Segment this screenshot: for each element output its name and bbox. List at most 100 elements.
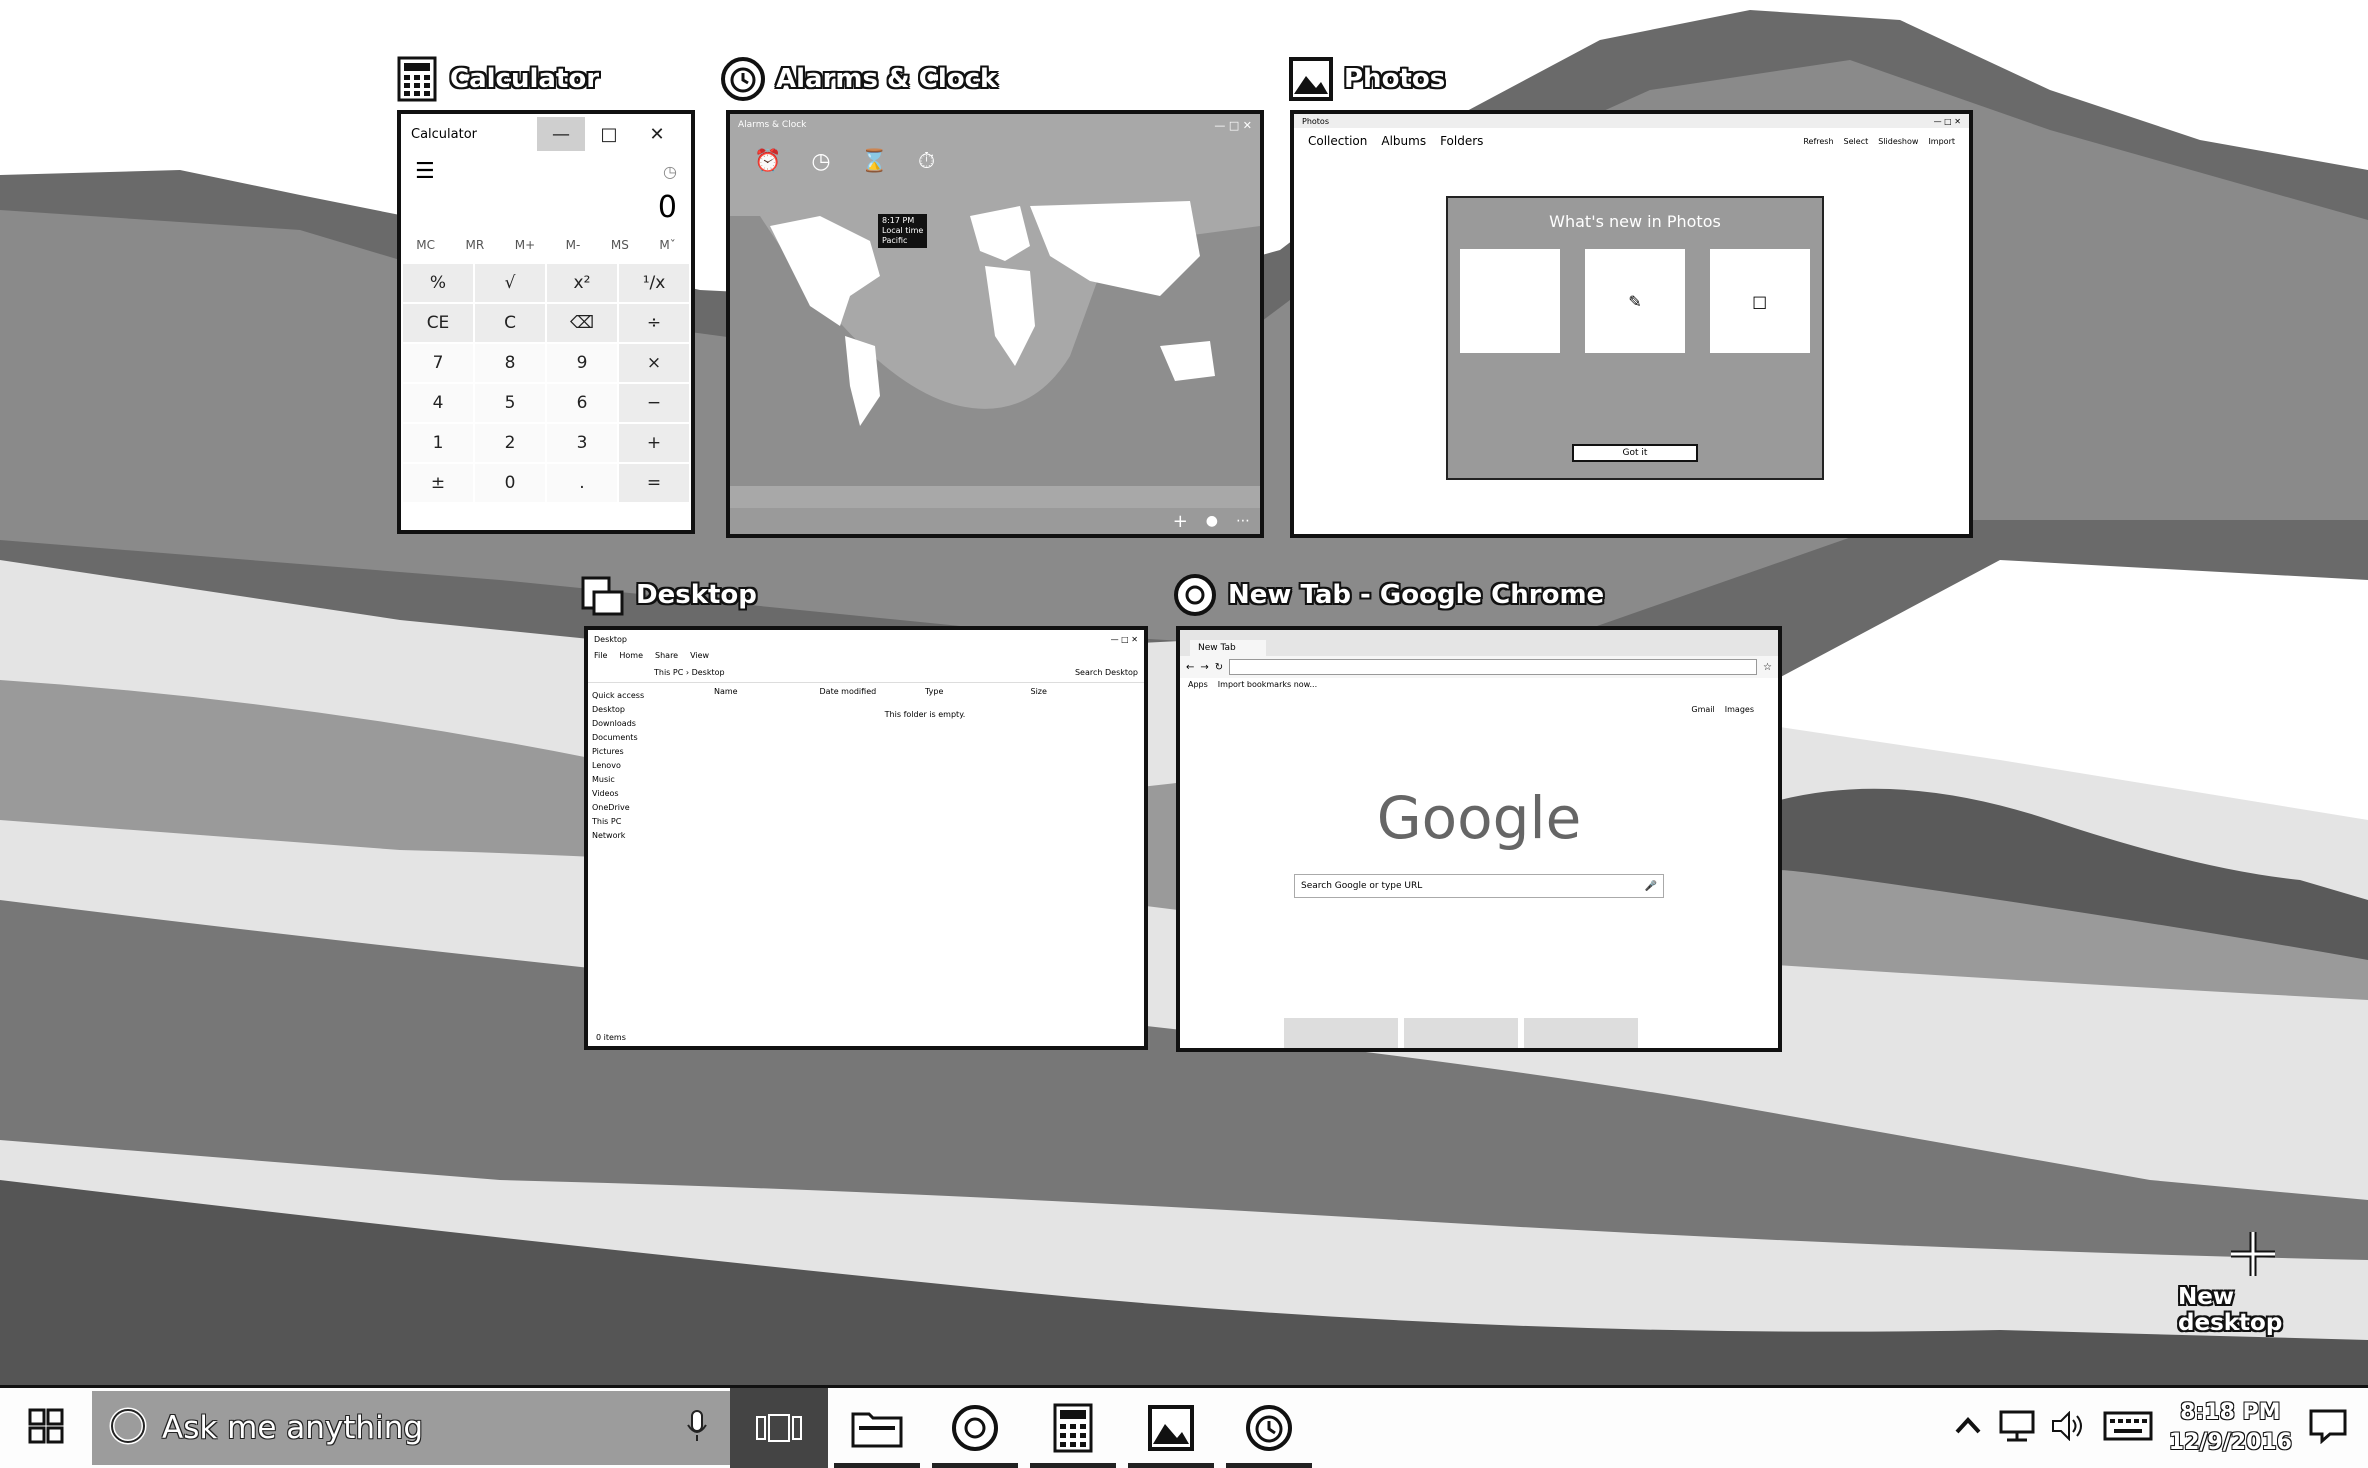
nav-item[interactable]: Desktop xyxy=(592,703,702,717)
hamburger-menu-icon[interactable]: ☰ xyxy=(415,159,435,184)
calculator-key[interactable]: 4 xyxy=(403,384,473,422)
touch-keyboard-icon[interactable] xyxy=(2103,1411,2153,1445)
nav-item[interactable]: Lenovo xyxy=(592,759,702,773)
chrome-thumbnail[interactable]: New Tab ← → ↻ ☆ Apps Import bookmarks now… xyxy=(1176,626,1782,1052)
column-header[interactable]: Date modified xyxy=(820,687,926,696)
ribbon-tab[interactable]: Home xyxy=(619,651,643,660)
photos-thumbnail[interactable]: Photos — □ ✕ Collection Albums Folders Ref… xyxy=(1290,110,1973,538)
calculator-key[interactable]: 9 xyxy=(547,344,617,382)
ribbon-tab[interactable]: View xyxy=(690,651,709,660)
memory-button[interactable]: M+ xyxy=(515,238,535,252)
calculator-key[interactable]: + xyxy=(619,424,689,462)
world-clock-tab-icon[interactable]: ◷ xyxy=(811,149,830,174)
memory-button[interactable]: MS xyxy=(611,238,629,252)
column-header[interactable]: Size xyxy=(1031,687,1137,696)
taskbar-chrome[interactable] xyxy=(926,1388,1024,1468)
bookmark-star-icon[interactable]: ☆ xyxy=(1763,662,1772,673)
nav-item[interactable]: Quick access xyxy=(592,689,702,703)
chrome-window-title[interactable]: New Tab - Google Chrome xyxy=(1172,572,1604,618)
explorer-search[interactable]: Search Desktop xyxy=(1075,668,1138,677)
add-city-icon[interactable]: + xyxy=(1173,511,1188,532)
microphone-icon[interactable] xyxy=(686,1409,708,1447)
start-button[interactable] xyxy=(0,1388,92,1468)
nav-item[interactable]: Documents xyxy=(592,731,702,745)
calculator-key[interactable]: % xyxy=(403,264,473,302)
compare-icon[interactable]: ● xyxy=(1206,513,1218,529)
omnibox[interactable] xyxy=(1229,659,1758,675)
calculator-key[interactable]: 1 xyxy=(403,424,473,462)
nav-item[interactable]: Music xyxy=(592,773,702,787)
alarms-thumbnail[interactable]: Alarms & Clock — □ ✕ ⏰ ◷ ⌛ ⏱ 8:17 PM Loc… xyxy=(726,110,1264,538)
calculator-key[interactable]: = xyxy=(619,464,689,502)
nav-item[interactable]: OneDrive xyxy=(592,801,702,815)
ribbon-tab[interactable]: Share xyxy=(655,651,678,660)
nav-item[interactable]: Pictures xyxy=(592,745,702,759)
window-controls[interactable]: — □ ✕ xyxy=(1934,117,1961,126)
most-visited-tile[interactable] xyxy=(1524,1018,1638,1048)
google-link[interactable]: Images xyxy=(1725,705,1754,714)
cortana-search-box[interactable]: Ask me anything xyxy=(92,1391,730,1465)
nav-item[interactable]: Network xyxy=(592,829,702,843)
more-icon[interactable]: ⋯ xyxy=(1236,513,1250,529)
photos-action[interactable]: Slideshow xyxy=(1878,137,1918,146)
ribbon-tab[interactable]: File xyxy=(594,651,607,660)
calculator-key[interactable]: ± xyxy=(403,464,473,502)
photos-window-title[interactable]: Photos xyxy=(1288,56,1445,102)
most-visited-tile[interactable] xyxy=(1404,1018,1518,1048)
memory-button[interactable]: M- xyxy=(566,238,581,252)
task-view-button[interactable] xyxy=(730,1388,828,1468)
calculator-key[interactable]: 0 xyxy=(475,464,545,502)
calculator-key[interactable]: 6 xyxy=(547,384,617,422)
taskbar-photos[interactable] xyxy=(1122,1388,1220,1468)
taskbar-alarms[interactable] xyxy=(1220,1388,1318,1468)
nav-item[interactable]: Videos xyxy=(592,787,702,801)
close-button[interactable]: ✕ xyxy=(633,117,681,151)
calculator-key[interactable]: ÷ xyxy=(619,304,689,342)
desktop-explorer-thumbnail[interactable]: Desktop — □ ✕ File Home Share View This PC … xyxy=(584,626,1148,1050)
photos-action[interactable]: Refresh xyxy=(1803,137,1833,146)
volume-icon[interactable] xyxy=(2051,1410,2087,1445)
taskbar-calculator[interactable] xyxy=(1024,1388,1122,1468)
timer-tab-icon[interactable]: ⌛ xyxy=(861,149,888,174)
memory-button[interactable]: MR xyxy=(466,238,485,252)
forward-icon[interactable]: → xyxy=(1200,662,1208,673)
google-search-box[interactable]: Search Google or type URL 🎤 xyxy=(1294,874,1664,898)
history-icon[interactable]: ◷ xyxy=(663,162,677,181)
calculator-window-title[interactable]: Calculator xyxy=(394,56,599,102)
most-visited-tile[interactable] xyxy=(1284,1018,1398,1048)
calculator-key[interactable]: − xyxy=(619,384,689,422)
column-header[interactable]: Type xyxy=(925,687,1031,696)
column-header[interactable]: Name xyxy=(714,687,820,696)
microphone-icon[interactable]: 🎤 xyxy=(1645,881,1657,892)
address-bar[interactable]: This PC › Desktop xyxy=(654,668,725,677)
photos-tab[interactable]: Folders xyxy=(1440,134,1483,148)
calculator-key[interactable]: x² xyxy=(547,264,617,302)
window-controls[interactable]: — □ ✕ xyxy=(1214,119,1252,132)
photos-action[interactable]: Import xyxy=(1928,137,1955,146)
reload-icon[interactable]: ↻ xyxy=(1215,662,1223,673)
calculator-key[interactable]: 3 xyxy=(547,424,617,462)
calculator-key[interactable]: . xyxy=(547,464,617,502)
calculator-key[interactable]: ⌫ xyxy=(547,304,617,342)
nav-item[interactable]: This PC xyxy=(592,815,702,829)
bookmark-item[interactable]: Apps xyxy=(1188,680,1208,689)
action-center-icon[interactable] xyxy=(2308,1408,2348,1448)
chrome-tab[interactable]: New Tab xyxy=(1190,640,1266,656)
memory-button[interactable]: MC xyxy=(416,238,435,252)
show-hidden-icons-chevron-icon[interactable] xyxy=(1953,1414,1983,1442)
minimize-button[interactable]: — xyxy=(537,117,585,151)
network-icon[interactable] xyxy=(1999,1410,2035,1446)
memory-button[interactable]: Mˇ xyxy=(659,238,675,252)
google-link[interactable]: Gmail xyxy=(1691,705,1714,714)
nav-item[interactable]: Downloads xyxy=(592,717,702,731)
stopwatch-tab-icon[interactable]: ⏱ xyxy=(918,149,935,174)
new-desktop-button[interactable]: New desktop xyxy=(2178,1228,2328,1336)
window-controls[interactable]: — □ ✕ xyxy=(1111,635,1138,644)
local-time-tag[interactable]: 8:17 PM Local time Pacific xyxy=(878,214,928,248)
alarms-window-title[interactable]: Alarms & Clock xyxy=(720,56,997,102)
maximize-button[interactable]: □ xyxy=(585,117,633,151)
back-icon[interactable]: ← xyxy=(1186,662,1194,673)
calculator-key[interactable]: √ xyxy=(475,264,545,302)
calculator-key[interactable]: CE xyxy=(403,304,473,342)
taskbar-file-explorer[interactable] xyxy=(828,1388,926,1468)
